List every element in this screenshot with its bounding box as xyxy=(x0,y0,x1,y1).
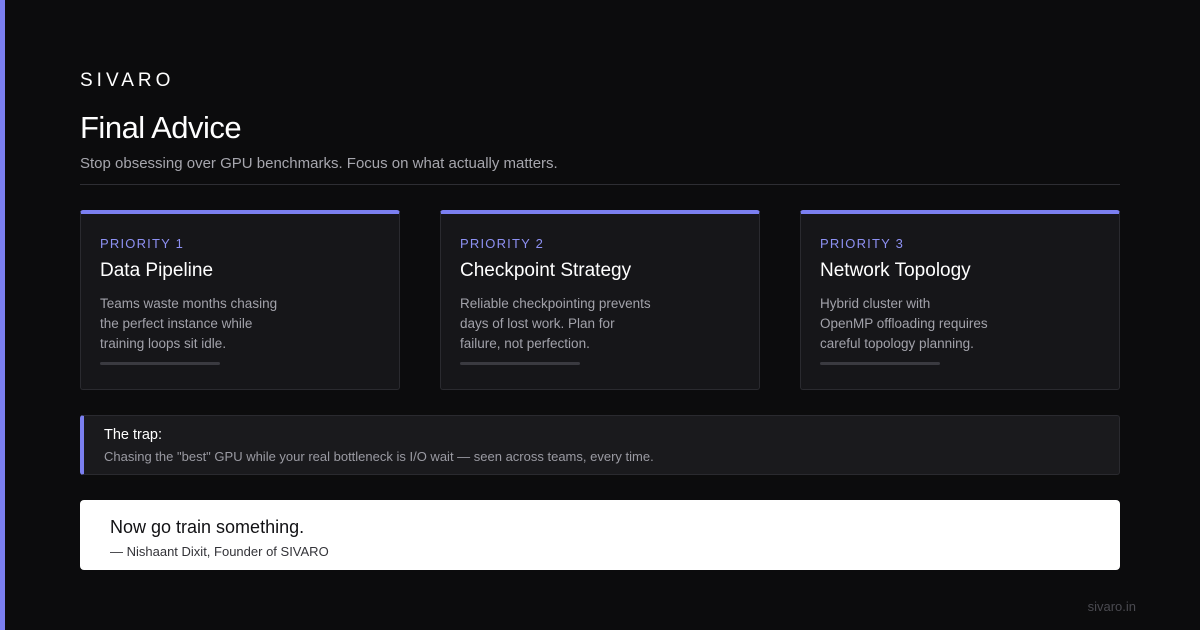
card-underline xyxy=(100,362,220,365)
header-divider xyxy=(80,184,1120,185)
card-description-line: the perfect instance while xyxy=(100,316,253,331)
priority-card-checkpoint-strategy: PRIORITY 2 Checkpoint Strategy Reliable … xyxy=(440,210,760,390)
card-title: Checkpoint Strategy xyxy=(460,260,632,281)
quote-text: Now go train something. xyxy=(110,517,305,537)
card-description-line: careful topology planning. xyxy=(820,336,974,351)
priority-cards: PRIORITY 1 Data Pipeline Teams waste mon… xyxy=(80,210,1120,390)
card-priority-label: PRIORITY 1 xyxy=(100,236,185,251)
card-underline xyxy=(460,362,580,365)
left-accent-bar xyxy=(0,0,5,630)
card-description: Hybrid cluster with OpenMP offloading re… xyxy=(820,294,1020,354)
page-title: Final Advice xyxy=(80,110,242,145)
page-subtitle: Stop obsessing over GPU benchmarks. Focu… xyxy=(80,155,558,172)
closing-quote-box: Now go train something. — Nishaant Dixit… xyxy=(80,500,1120,570)
trap-label: The trap: xyxy=(104,427,163,443)
brand-logo-text: SIVARO xyxy=(80,70,175,91)
card-priority-label: PRIORITY 3 xyxy=(820,236,905,251)
card-title: Data Pipeline xyxy=(100,260,214,281)
priority-card-data-pipeline: PRIORITY 1 Data Pipeline Teams waste mon… xyxy=(80,210,400,390)
card-priority-label: PRIORITY 2 xyxy=(460,236,545,251)
quote-author: — Nishaant Dixit, Founder of SIVARO xyxy=(110,544,329,559)
card-title: Network Topology xyxy=(820,260,971,281)
trap-callout: The trap: Chasing the "best" GPU while y… xyxy=(80,415,1120,475)
card-description-line: training loops sit idle. xyxy=(100,336,227,351)
card-description-line: days of lost work. Plan for xyxy=(460,316,615,331)
card-description-line: Hybrid cluster with xyxy=(820,296,931,311)
card-description-line: OpenMP offloading requires xyxy=(820,316,988,331)
card-description: Teams waste months chasing the perfect i… xyxy=(100,294,300,354)
card-description-line: Teams waste months chasing xyxy=(100,296,278,311)
card-underline xyxy=(820,362,940,365)
card-description-line: failure, not perfection. xyxy=(460,336,590,351)
footer-website: sivaro.in xyxy=(1087,599,1136,614)
card-description: Reliable checkpointing prevents days of … xyxy=(460,294,660,354)
priority-card-network-topology: PRIORITY 3 Network Topology Hybrid clust… xyxy=(800,210,1120,390)
card-description-line: Reliable checkpointing prevents xyxy=(460,296,651,311)
trap-text: Chasing the "best" GPU while your real b… xyxy=(104,449,654,464)
